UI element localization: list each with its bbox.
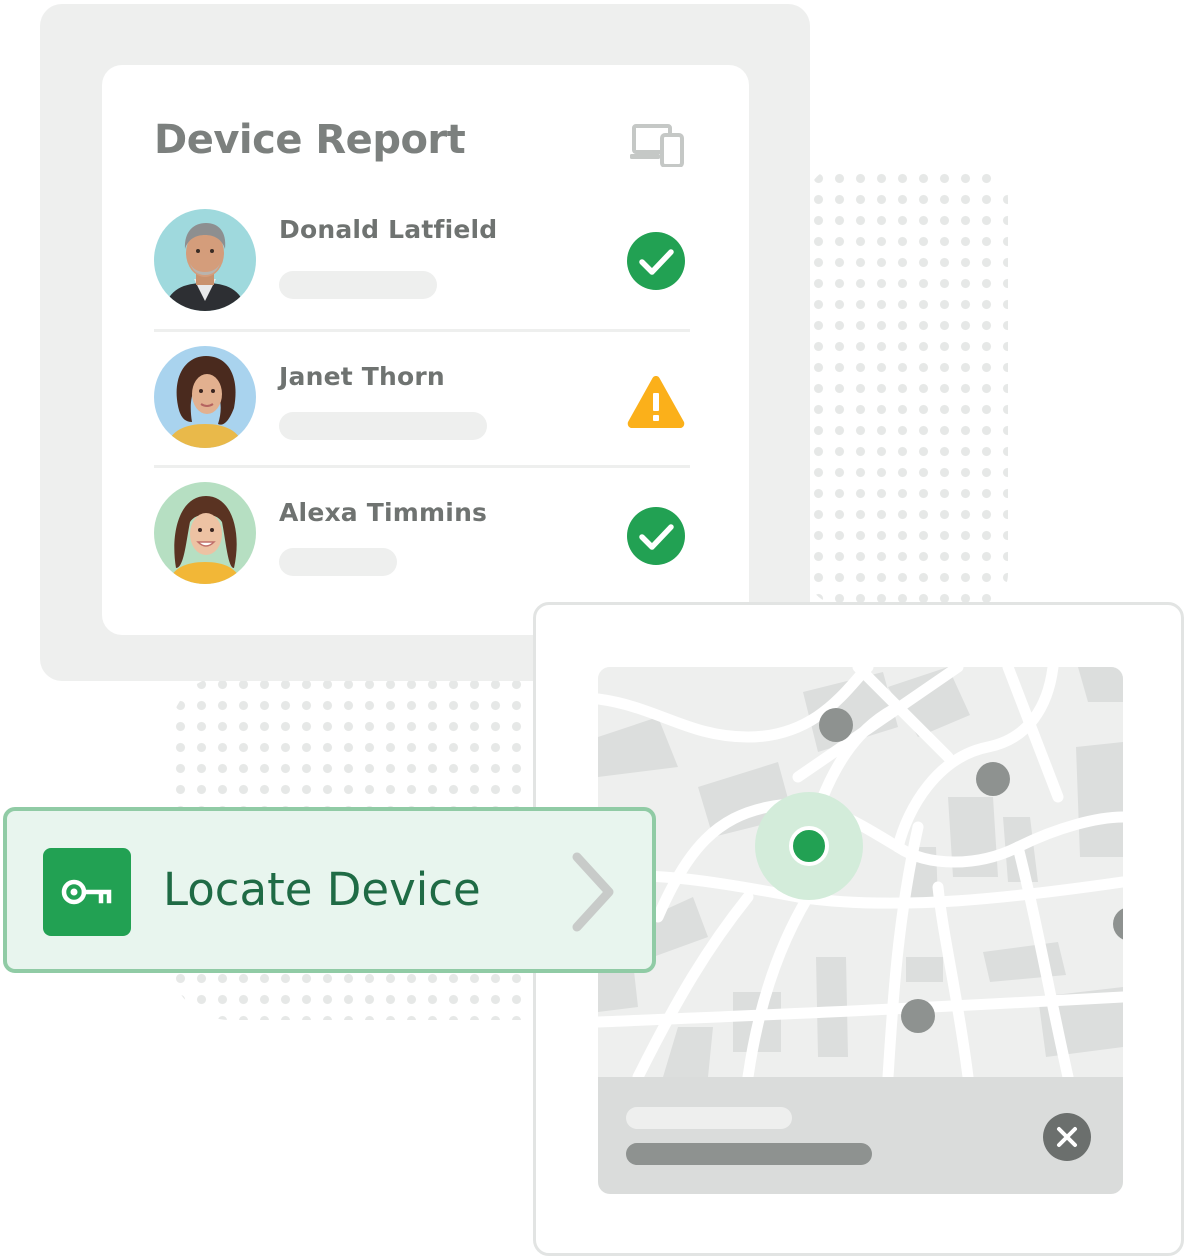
locate-device-button[interactable]: Locate Device <box>3 807 656 973</box>
close-icon <box>1057 1127 1077 1147</box>
person-name: Janet Thorn <box>279 362 445 391</box>
placeholder-bar <box>279 548 397 576</box>
check-circle-icon <box>627 232 685 290</box>
dot-pattern-right <box>808 168 1008 604</box>
placeholder-bar <box>279 412 487 440</box>
map-info-panel <box>598 1077 1123 1194</box>
map-pin[interactable] <box>976 762 1010 796</box>
placeholder-bar <box>626 1143 872 1165</box>
list-item[interactable]: Alexa Timmins <box>154 465 690 604</box>
chevron-right-icon <box>572 852 614 932</box>
locate-device-label: Locate Device <box>163 863 481 916</box>
key-icon-tile <box>43 848 131 936</box>
avatar <box>154 482 256 584</box>
placeholder-bar <box>279 271 437 299</box>
avatar <box>154 209 256 311</box>
person-name: Alexa Timmins <box>279 498 488 527</box>
key-icon <box>61 879 112 905</box>
device-report-title: Device Report <box>154 117 466 163</box>
map-view[interactable] <box>598 667 1123 1077</box>
person-name: Donald Latfield <box>279 215 498 244</box>
placeholder-bar <box>626 1107 792 1129</box>
close-button[interactable] <box>1043 1113 1091 1161</box>
check-circle-icon <box>627 507 685 565</box>
list-item[interactable]: Donald Latfield <box>154 193 690 329</box>
avatar <box>154 346 256 448</box>
devices-icon <box>630 124 684 167</box>
list-item[interactable]: Janet Thorn <box>154 329 690 468</box>
current-location-marker[interactable] <box>789 826 829 866</box>
device-report-card: Device Report Donald Latfield Janet Thor… <box>102 65 749 635</box>
warning-triangle-icon <box>627 376 685 428</box>
map-pin[interactable] <box>901 999 935 1033</box>
map-pin[interactable] <box>819 708 853 742</box>
